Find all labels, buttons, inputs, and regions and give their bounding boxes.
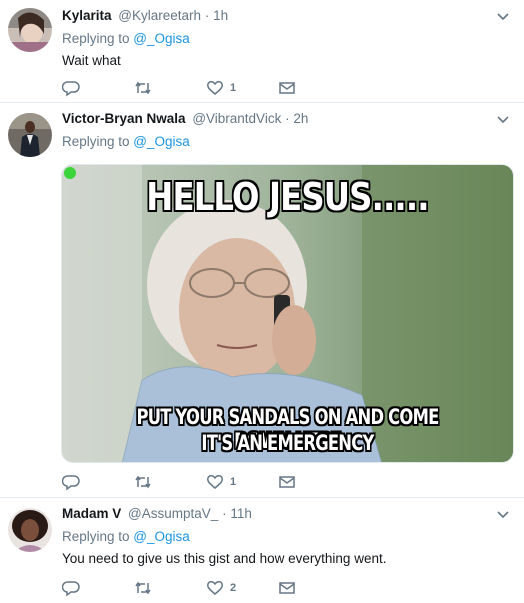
replying-label: Replying to — [62, 134, 134, 149]
avatar[interactable] — [8, 113, 52, 157]
tweet-header: Kylarita @Kylareetarh · 1h — [62, 8, 494, 24]
replying-label: Replying to — [62, 31, 134, 46]
like-button[interactable]: 2 — [206, 578, 236, 598]
tweet-actions: 2 — [62, 578, 322, 598]
replying-to: Replying to @_Ogisa — [62, 529, 190, 544]
meme-top-text: HELLO JESUS..... — [146, 175, 429, 219]
chevron-down-icon[interactable] — [496, 507, 510, 521]
display-name[interactable]: Victor-Bryan Nwala — [62, 111, 186, 126]
heart-icon — [207, 581, 223, 595]
tweet-media-image[interactable]: HELLO JESUS..... PUT YOUR SANDALS ON AND… — [61, 164, 514, 463]
envelope-icon — [279, 476, 295, 488]
user-handle[interactable]: @Kylareetarh — [118, 8, 201, 23]
user-handle[interactable]: @AssumptaV_ — [128, 506, 218, 521]
message-button[interactable] — [278, 78, 296, 98]
retweet-button[interactable] — [134, 578, 158, 598]
tweet-header: Madam V @AssumptaV_ · 11h — [62, 506, 494, 522]
separator: · — [285, 111, 290, 126]
separator: · — [204, 8, 210, 23]
retweet-button[interactable] — [134, 472, 158, 492]
tweet-header: Victor-Bryan Nwala @VibrantdVick · 2h — [62, 111, 494, 127]
replying-to: Replying to @_Ogisa — [62, 31, 190, 46]
separator: · — [222, 506, 227, 521]
reply-button[interactable] — [62, 578, 86, 598]
avatar[interactable] — [8, 8, 52, 52]
mention-link[interactable]: @_Ogisa — [133, 529, 189, 544]
tweet-kylarita[interactable]: Kylarita @Kylareetarh · 1h Replying to @… — [0, 0, 524, 103]
retweet-icon — [135, 581, 151, 595]
timestamp[interactable]: 1h — [213, 8, 228, 23]
like-count: 1 — [230, 476, 237, 488]
like-button[interactable]: 1 — [206, 78, 236, 98]
timestamp[interactable]: 11h — [230, 506, 252, 521]
tweet-actions: 1 — [62, 78, 322, 98]
meme-bottom-text-line2: IT'S AN EMERGENCY — [201, 431, 374, 455]
tweet-actions: 1 — [62, 472, 322, 492]
envelope-icon — [279, 582, 295, 594]
heart-icon — [207, 81, 223, 95]
display-name[interactable]: Madam V — [62, 506, 121, 521]
chevron-down-icon[interactable] — [496, 9, 510, 23]
mention-link[interactable]: @_Ogisa — [133, 134, 189, 149]
retweet-button[interactable] — [134, 78, 158, 98]
tweet-text: Wait what — [62, 53, 121, 68]
tweet-text: You need to give us this gist and how ev… — [62, 551, 387, 566]
tweet-madam-v[interactable]: Madam V @AssumptaV_ · 11h Replying to @_… — [0, 498, 524, 603]
replying-label: Replying to — [62, 529, 134, 544]
reply-icon — [62, 581, 80, 597]
avatar[interactable] — [8, 508, 52, 552]
message-button[interactable] — [278, 472, 296, 492]
user-handle[interactable]: @VibrantdVick — [192, 111, 281, 126]
like-count: 2 — [230, 582, 237, 594]
envelope-icon — [279, 82, 295, 94]
replying-to: Replying to @_Ogisa — [62, 134, 190, 149]
reply-button[interactable] — [62, 472, 86, 492]
reply-icon — [62, 475, 80, 491]
heart-icon — [207, 475, 223, 489]
like-button[interactable]: 1 — [206, 472, 236, 492]
message-button[interactable] — [278, 578, 296, 598]
retweet-icon — [135, 475, 151, 489]
reply-icon — [62, 81, 80, 97]
reply-button[interactable] — [62, 78, 86, 98]
display-name[interactable]: Kylarita — [62, 8, 112, 23]
chevron-down-icon[interactable] — [496, 112, 510, 126]
timestamp[interactable]: 2h — [293, 111, 308, 126]
retweet-icon — [135, 81, 151, 95]
like-count: 1 — [230, 82, 237, 94]
mention-link[interactable]: @_Ogisa — [133, 31, 189, 46]
